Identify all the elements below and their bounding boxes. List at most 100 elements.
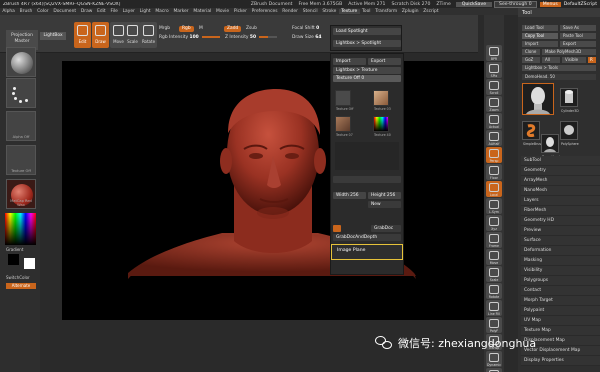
height-slider[interactable]: Height 256: [368, 192, 401, 199]
menu-preferences[interactable]: Preferences: [249, 9, 280, 14]
menu-material[interactable]: Material: [191, 9, 214, 14]
shelf-rotate-button[interactable]: Rotate: [486, 283, 502, 299]
shelf-scroll-button[interactable]: Scroll: [486, 79, 502, 95]
menu-render[interactable]: Render: [280, 9, 300, 14]
menu-stroke[interactable]: Stroke: [320, 9, 339, 14]
shelf-l-sym-button[interactable]: L.Sym: [486, 198, 502, 214]
clone-button[interactable]: Clone: [522, 49, 540, 55]
image-plane-button[interactable]: Image Plane: [331, 244, 403, 260]
texture-thumb-0[interactable]: Texture Off: [335, 90, 353, 111]
subpalette-arraymesh[interactable]: ArrayMesh: [521, 176, 600, 186]
menu-macro[interactable]: Macro: [153, 9, 171, 14]
subpalette-geometry[interactable]: Geometry: [521, 166, 600, 176]
scale-button[interactable]: Scale: [124, 22, 141, 48]
lightbox-texture-button[interactable]: Lightbox > Texture: [333, 67, 401, 74]
subpalette-contact[interactable]: Contact: [521, 286, 600, 296]
visible-button[interactable]: Visible: [562, 57, 586, 63]
grabdoc-and-depth-button[interactable]: GrabDocAndDepth: [333, 234, 401, 241]
texture-tile[interactable]: Texture Off: [6, 145, 36, 175]
load-spotlight-button[interactable]: Load Spotlight: [333, 28, 401, 35]
texture-thumb-2[interactable]: Texture 07: [335, 116, 353, 137]
brush-tile[interactable]: [6, 47, 36, 77]
texture-thumb-1[interactable]: Texture 03: [373, 90, 391, 111]
tool-thumb-simplebrush[interactable]: SimpleBrush: [522, 121, 543, 146]
z-intensity-slider[interactable]: Z Intensity 50: [225, 35, 278, 41]
texture-options-row[interactable]: [333, 176, 401, 183]
menu-transform[interactable]: Transform: [373, 9, 400, 14]
menu-edit[interactable]: Edit: [95, 9, 108, 14]
menus-button[interactable]: Menus: [539, 1, 561, 7]
texture-off-slider[interactable]: Texture Off 0: [333, 75, 401, 82]
shelf-floor-button[interactable]: Floor: [486, 164, 502, 180]
shelf-solo-button[interactable]: Solo: [486, 368, 502, 372]
tool-import-button[interactable]: Import: [522, 41, 558, 47]
new-texture-button[interactable]: New: [368, 201, 401, 208]
paste-tool-button[interactable]: Paste Tool: [560, 33, 596, 39]
menu-stencil[interactable]: Stencil: [300, 9, 320, 14]
subpalette-geometry-hd[interactable]: Geometry HD: [521, 216, 600, 226]
all-button[interactable]: All: [542, 57, 560, 63]
shelf-scale-button[interactable]: Scale: [486, 266, 502, 282]
grabdoc-button[interactable]: GrabDoc: [371, 225, 401, 232]
menu-texture[interactable]: Texture: [338, 9, 360, 14]
texture-import-button[interactable]: Import: [333, 58, 366, 65]
shelf-spix-button[interactable]: SPix: [486, 62, 502, 78]
current-tool-thumb[interactable]: [522, 83, 554, 115]
focal-shift-slider[interactable]: Focal Shift 0: [292, 26, 319, 32]
tool-thumb-polysphere[interactable]: PolySphere: [560, 121, 579, 146]
menu-document[interactable]: Document: [51, 9, 79, 14]
shelf-actual-button[interactable]: Actual: [486, 113, 502, 129]
subpalette-subtool[interactable]: SubTool: [521, 156, 600, 166]
shelf-xyz-button[interactable]: Xyz: [486, 215, 502, 231]
subpalette-fibermesh[interactable]: FiberMesh: [521, 206, 600, 216]
zadd-button[interactable]: Zadd: [222, 26, 242, 32]
lightbox-tools-button[interactable]: Lightbox > Tools: [522, 65, 596, 71]
tool-thumb-demohead-small[interactable]: DemoHead: [541, 134, 560, 159]
rgb-intensity-slider[interactable]: Rgb Intensity 100: [159, 35, 220, 41]
default-script-button[interactable]: DefaultZScript: [561, 2, 600, 7]
see-through-slider[interactable]: See-through 0: [494, 0, 537, 8]
shelf-aahalf-button[interactable]: AAHalf: [486, 130, 502, 146]
lightbox-button[interactable]: LightBox: [40, 32, 66, 40]
load-tool-button[interactable]: Load Tool: [522, 25, 558, 31]
switch-color-label[interactable]: SwitchColor: [6, 275, 30, 280]
subpalette-morph-target[interactable]: Morph Target: [521, 296, 600, 306]
grabdoc-icon[interactable]: [333, 225, 341, 232]
shelf-frame-button[interactable]: Frame: [486, 232, 502, 248]
goz-button[interactable]: GoZ: [522, 57, 540, 63]
stroke-tile[interactable]: [6, 78, 36, 108]
menu-marker[interactable]: Marker: [171, 9, 191, 14]
zsub-button[interactable]: Zsub: [246, 26, 257, 32]
shelf-line-fill-button[interactable]: Line Fill: [486, 300, 502, 316]
subpalette-display-properties[interactable]: Display Properties: [521, 356, 600, 366]
texture-export-button[interactable]: Export: [368, 58, 401, 65]
subpalette-layers[interactable]: Layers: [521, 196, 600, 206]
menu-light[interactable]: Light: [137, 9, 153, 14]
material-tile[interactable]: MatCap Red Wax: [6, 179, 36, 209]
subpalette-deformation[interactable]: Deformation: [521, 246, 600, 256]
mrgb-button[interactable]: Mrgb: [159, 26, 170, 32]
current-tool-slider[interactable]: DemoHead. 50: [522, 74, 596, 80]
tool-thumb-cylinder[interactable]: Cylinder3D: [560, 88, 579, 113]
shelf-move-button[interactable]: Move: [486, 249, 502, 265]
subpalette-uv-map[interactable]: UV Map: [521, 316, 600, 326]
lightbox-spotlight-button[interactable]: Lightbox > Spotlight: [333, 40, 401, 47]
save-as-button[interactable]: Save As: [560, 25, 596, 31]
shelf-bpr-button[interactable]: BPR: [486, 45, 502, 61]
texture-thumb-3[interactable]: Texture 40: [373, 116, 391, 137]
subpalette-visibility[interactable]: Visibility: [521, 266, 600, 276]
subpalette-polygroups[interactable]: Polygroups: [521, 276, 600, 286]
secondary-color-swatch[interactable]: [8, 254, 19, 265]
shelf-persp-button[interactable]: Persp: [486, 147, 502, 163]
menu-color[interactable]: Color: [35, 9, 51, 14]
subpalette-preview[interactable]: Preview: [521, 226, 600, 236]
rotate-button[interactable]: Rotate: [140, 22, 157, 48]
tool-export-button[interactable]: Export: [560, 41, 596, 47]
subpalette-masking[interactable]: Masking: [521, 256, 600, 266]
draw-size-slider[interactable]: Draw Size 64: [292, 35, 321, 41]
width-slider[interactable]: Width 256: [333, 192, 366, 199]
color-picker[interactable]: [5, 213, 36, 245]
r-button[interactable]: R: [588, 57, 596, 63]
main-color-swatch[interactable]: [24, 258, 35, 269]
m-button[interactable]: M: [199, 26, 203, 32]
